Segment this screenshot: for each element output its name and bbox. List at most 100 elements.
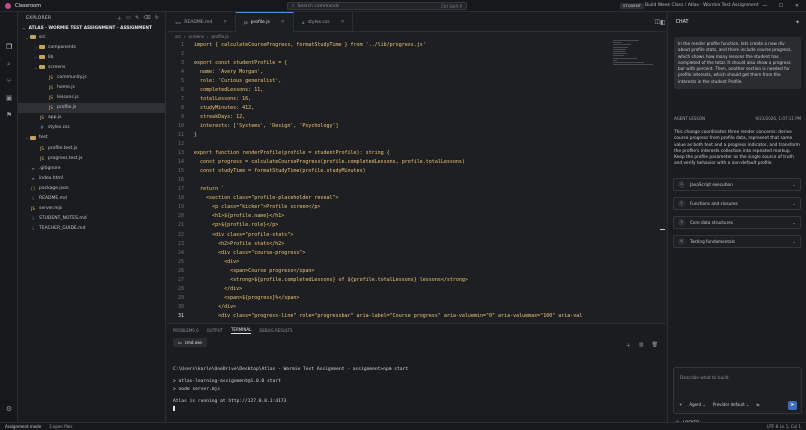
code-text: interests: ['Systems', 'Design', 'Psycho…: [194, 122, 339, 129]
tree-item[interactable]: JS app.js: [18, 113, 165, 123]
lesson-step[interactable]: 1 JavaScript execution ⌄: [673, 178, 801, 191]
tree-item-label: home.js: [57, 85, 75, 91]
source-control-icon[interactable]: ⑂: [4, 76, 14, 86]
tree-item[interactable]: › components: [18, 42, 165, 52]
tree-item[interactable]: i STUDENT_NOTES.md: [18, 214, 165, 224]
settings-icon[interactable]: ⚙: [4, 404, 14, 414]
code-text: completedLessons: 11,: [194, 86, 264, 93]
breadcrumb-item[interactable]: profile.js: [211, 34, 228, 39]
terminal-tab[interactable]: ▭ cmd.exe: [173, 337, 207, 347]
tree-item[interactable]: JS community.js: [18, 72, 165, 82]
edit-icon[interactable]: ✎: [135, 15, 139, 22]
code-text: const studyTime = formatStudyTime(profil…: [194, 168, 366, 175]
lesson-step[interactable]: 3 Core data structures ⌄: [673, 216, 801, 229]
tree-item[interactable]: ≡ .gitignore: [18, 163, 165, 173]
code-text: </div>: [194, 303, 237, 310]
agent-label: AGENT LESSON: [674, 116, 705, 121]
new-terminal-icon[interactable]: ＋: [626, 342, 631, 349]
files-icon[interactable]: ❐: [4, 42, 14, 52]
close-icon[interactable]: ✕: [223, 20, 227, 25]
file-icon: JS: [49, 74, 53, 80]
line-number: 24: [177, 249, 184, 256]
mode-select[interactable]: Agent ⌄: [689, 402, 705, 407]
sparkle-icon[interactable]: ✦: [795, 19, 800, 26]
tree-item-label: lib: [48, 54, 54, 60]
tree-item[interactable]: i README.md: [18, 194, 165, 204]
panel-tab[interactable]: PROBLEMS 0: [173, 328, 199, 333]
search-icon[interactable]: ⌕: [4, 59, 14, 69]
code-text: return `: [194, 186, 225, 193]
add-attachment-button[interactable]: +: [679, 402, 682, 407]
code-editor[interactable]: 1 import { calculateCourseProgress, forma…: [167, 40, 613, 322]
project-root[interactable]: ⌄ ATLAS · WORMIE TEST ASSIGNMENT · ASSIG…: [18, 24, 165, 32]
step-number: 1: [678, 181, 685, 188]
close-window-button[interactable]: ✕: [792, 2, 802, 10]
close-icon[interactable]: ✕: [281, 20, 285, 25]
command-search[interactable]: ⌕ Search commands Ctrl Shift P: [287, 2, 467, 10]
trash-icon[interactable]: 🗑: [652, 342, 658, 349]
tree-item[interactable]: ≡ index.html: [18, 173, 165, 183]
file-icon: JS: [49, 95, 53, 101]
tree-item[interactable]: ⌄ test: [18, 133, 165, 143]
panel-tab[interactable]: OUTPUT: [207, 328, 223, 333]
maximize-button[interactable]: ☐: [776, 2, 786, 10]
tree-item[interactable]: › lib: [18, 52, 165, 62]
editor-tab[interactable]: # styles.css ✕: [294, 12, 354, 32]
provider-select[interactable]: Provider default ⌄: [713, 402, 749, 407]
panel-toggle-icon[interactable]: ◧: [660, 19, 666, 26]
line-number: 13: [177, 150, 184, 157]
code-text: <h1>${profile.name}</h1>: [194, 213, 285, 220]
send-button[interactable]: ➤: [788, 401, 797, 410]
tree-item[interactable]: JS server.mjs: [18, 204, 165, 214]
chat-header: ◧ CHAT ✦: [660, 12, 806, 32]
minimap[interactable]: [613, 40, 657, 70]
minimize-button[interactable]: —: [760, 2, 770, 10]
lesson-step[interactable]: 4 Testing fundamentals ⌄: [673, 235, 801, 248]
debug-icon[interactable]: ⚑: [4, 110, 14, 120]
panel-tab[interactable]: TERMINAL: [230, 327, 252, 334]
new-file-icon[interactable]: ＋: [117, 15, 122, 22]
panel-tab[interactable]: DEBUG RESULTS: [259, 328, 292, 333]
tree-item[interactable]: ⌄ screens: [18, 62, 165, 72]
delete-icon[interactable]: ⌫: [143, 15, 150, 22]
editor-tab[interactable]: JS profile.js ✕: [236, 12, 294, 32]
explorer-panel: EXPLORER ＋ ▭ ✎ ⌫ ↻ ⌄ ATLAS · WORMIE TEST…: [18, 12, 166, 422]
tree-item[interactable]: i TEACHER_GUIDE.md: [18, 224, 165, 234]
code-text: <h2>Profile stats</h2>: [194, 240, 285, 247]
chevron-down-icon: ⌄: [792, 182, 796, 187]
tree-item[interactable]: ⌄ src: [18, 32, 165, 42]
code-line: 5 role: 'Curious generalist',: [167, 76, 613, 85]
tree-item[interactable]: JS profile.js: [18, 102, 165, 113]
line-number: 7: [180, 95, 184, 102]
tree-item[interactable]: JS lessons.js: [18, 93, 165, 103]
tree-item-label: styles.css: [48, 125, 70, 131]
editor-tab[interactable]: <> README.md ✕: [167, 12, 237, 32]
line-number: 29: [177, 294, 184, 301]
chat-composer[interactable]: Describe what to build + Agent ⌄ Provide…: [673, 367, 802, 414]
folder-icon: [30, 35, 36, 40]
close-icon[interactable]: ✕: [341, 20, 345, 25]
new-folder-icon[interactable]: ▭: [126, 15, 131, 22]
terminal-output[interactable]: C:\Users\karle\OneDrive\Desktop\Atlas - …: [173, 364, 408, 416]
refresh-icon[interactable]: ↻: [155, 15, 159, 22]
breadcrumb-item[interactable]: src: [175, 34, 181, 39]
chat-panel: ◧ CHAT ✦ In the render profile function,…: [660, 12, 806, 425]
line-number: 11: [177, 131, 184, 138]
tree-item[interactable]: JS progress.test.js: [18, 153, 165, 163]
code-text: <div>: [194, 258, 240, 265]
code-text: export const studentProfile = {: [194, 59, 288, 66]
settings-sliders-icon[interactable]: ⇆: [756, 402, 759, 407]
extensions-icon[interactable]: ▣: [4, 93, 14, 103]
tree-item[interactable]: # styles.css: [18, 123, 165, 133]
tree-item[interactable]: JS home.js: [18, 82, 165, 92]
breadcrumb-item[interactable]: screens: [188, 34, 203, 39]
line-number: 8: [180, 104, 184, 111]
tree-item[interactable]: {} package.json: [18, 183, 165, 193]
lesson-step[interactable]: 2 Functions and closures ⌄: [673, 197, 801, 210]
split-terminal-icon[interactable]: ▥: [639, 342, 644, 349]
tree-item[interactable]: JS profile.test.js: [18, 143, 165, 153]
cursor-position: UTF-8 Ln 1, Col 1: [766, 424, 801, 429]
terminal-cursor: [173, 406, 175, 411]
code-line: 30 </div>: [167, 302, 613, 311]
code-line: 20 <h1>${profile.name}</h1>: [167, 212, 613, 221]
